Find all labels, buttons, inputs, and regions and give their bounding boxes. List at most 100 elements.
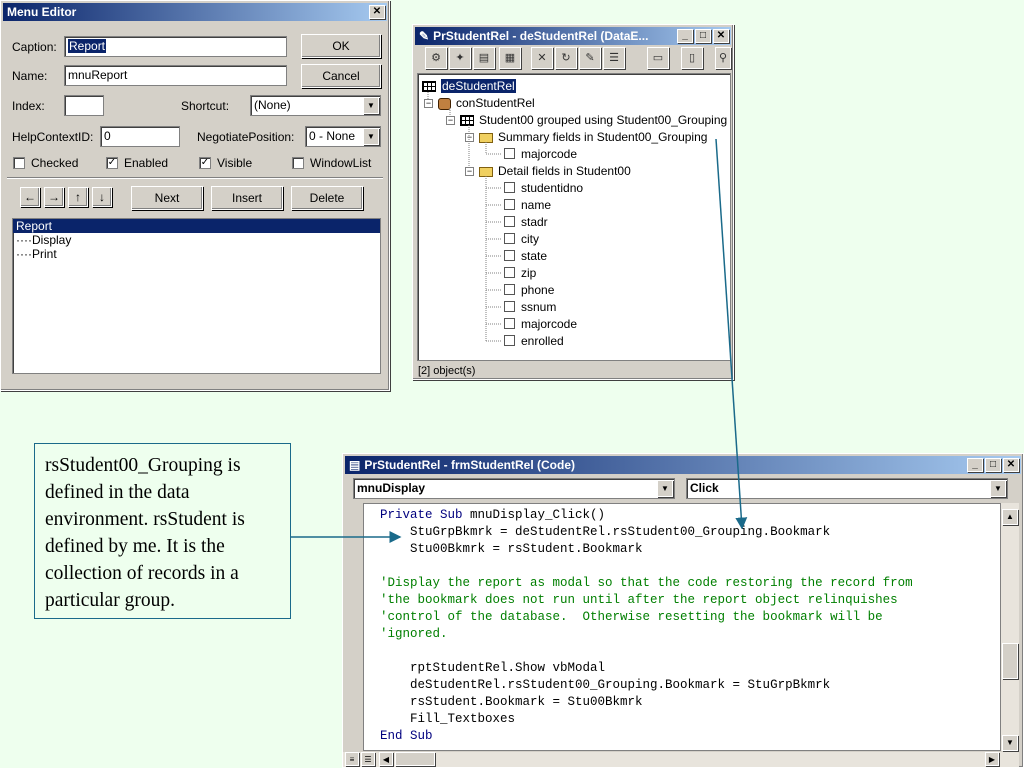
tree-node-field[interactable]: name	[504, 197, 551, 213]
view-object-icon[interactable]: ▯	[681, 47, 703, 69]
tree-node-destudentrel[interactable]: deStudentRel	[422, 78, 516, 94]
refresh-icon[interactable]: ↻	[555, 47, 577, 69]
ok-button[interactable]: OK	[301, 34, 381, 58]
close-icon[interactable]: ✕	[713, 29, 729, 43]
delete-icon[interactable]: ✕	[531, 47, 553, 69]
windowlist-checkbox[interactable]	[292, 157, 304, 169]
field-icon	[504, 148, 515, 160]
menu-items-list[interactable]: Report ····Display ····Print	[12, 218, 381, 374]
cancel-button[interactable]: Cancel	[301, 64, 381, 88]
arrow-up-icon[interactable]: ↑	[68, 187, 88, 207]
scroll-left-icon[interactable]: ◀	[379, 752, 393, 766]
caption-input[interactable]: Report	[64, 36, 287, 57]
collapse-icon[interactable]: −	[446, 116, 455, 125]
code-line[interactable]: rsStudent.Bookmark = Stu00Bkmrk	[380, 694, 643, 711]
close-icon[interactable]: ✕	[1003, 458, 1019, 472]
dataenv-tree[interactable]: deStudentRel − conStudentRel − Student00…	[417, 73, 731, 361]
tree-node-field[interactable]: city	[504, 231, 539, 247]
maximize-icon[interactable]: □	[985, 458, 1001, 472]
code-line[interactable]: Private Sub mnuDisplay_Click()	[380, 507, 605, 524]
code-line[interactable]: 'the bookmark does not run until after t…	[380, 592, 898, 609]
checked-checkbox[interactable]	[13, 157, 25, 169]
code-line[interactable]: 'Display the report as modal so that the…	[380, 575, 913, 592]
tree-node-field[interactable]: stadr	[504, 214, 548, 230]
tree-node-field[interactable]: ssnum	[504, 299, 556, 315]
tree-node-detail-folder[interactable]: Detail fields in Student00	[479, 163, 631, 179]
code-line[interactable]: StuGrpBkmrk = deStudentRel.rsStudent00_G…	[380, 524, 830, 541]
name-input[interactable]: mnuReport	[64, 65, 287, 86]
tree-node-command[interactable]: Student00 grouped using Student00_Groupi…	[460, 112, 727, 128]
scroll-thumb[interactable]	[1002, 643, 1018, 679]
code-token: Private Sub	[380, 508, 471, 522]
insert-stored-procedure-icon[interactable]: ▦	[499, 47, 521, 69]
code-line[interactable]: 'control of the database. Otherwise rese…	[380, 609, 883, 626]
tree-node-field[interactable]: enrolled	[504, 333, 564, 349]
visible-checkbox[interactable]: ✓	[199, 157, 211, 169]
design-icon[interactable]: ✎	[579, 47, 601, 69]
collapse-icon[interactable]: −	[465, 133, 474, 142]
properties-icon[interactable]: ☰	[603, 47, 625, 69]
chevron-down-icon[interactable]: ▼	[990, 480, 1006, 497]
tree-node-field[interactable]: phone	[504, 282, 554, 298]
enabled-checkbox[interactable]: ✓	[106, 157, 118, 169]
collapse-icon[interactable]: −	[465, 167, 474, 176]
close-icon[interactable]: ✕	[369, 5, 385, 19]
tree-node-field[interactable]: state	[504, 248, 547, 264]
chevron-down-icon[interactable]: ▼	[657, 480, 673, 497]
arrow-left-icon[interactable]: ←	[20, 187, 40, 207]
code-line[interactable]: Stu00Bkmrk = rsStudent.Bookmark	[380, 541, 643, 558]
tree-node-label: Summary fields in Student00_Grouping	[498, 130, 708, 144]
field-icon	[504, 318, 515, 330]
insert-button[interactable]: Insert	[211, 186, 283, 210]
collapse-icon[interactable]: −	[424, 99, 433, 108]
code-vertical-scrollbar[interactable]: ▲ ▼	[1001, 503, 1019, 751]
minimize-icon[interactable]: _	[677, 29, 693, 43]
tree-node-field[interactable]: zip	[504, 265, 536, 281]
code-line[interactable]: Fill_Textboxes	[380, 711, 515, 728]
tree-node-connection[interactable]: conStudentRel	[438, 95, 535, 111]
list-item[interactable]: Report	[13, 219, 380, 233]
tree-node-summary-folder[interactable]: Summary fields in Student00_Grouping	[479, 129, 707, 145]
code-horizontal-scrollbar[interactable]: ≡ ☰ ◀ ▶	[343, 752, 1019, 767]
code-line[interactable]: rptStudentRel.Show vbModal	[380, 660, 605, 677]
chevron-down-icon[interactable]: ▼	[363, 128, 379, 145]
object-combo[interactable]: mnuDisplay ▼	[353, 478, 675, 499]
tree-node-label: stadr	[521, 215, 548, 229]
add-child-command-icon[interactable]: ▤	[473, 47, 495, 69]
add-connection-icon[interactable]: ⚙	[425, 47, 447, 69]
helpcontext-label: HelpContextID:	[12, 130, 94, 144]
tree-node-field[interactable]: majorcode	[504, 316, 577, 332]
list-item[interactable]: ····Display	[13, 233, 380, 247]
add-command-icon[interactable]: ✦	[449, 47, 471, 69]
scroll-down-icon[interactable]: ▼	[1002, 735, 1018, 751]
full-module-view-icon[interactable]: ☰	[361, 752, 375, 766]
tree-node-field[interactable]: studentidno	[504, 180, 583, 196]
code-line[interactable]: deStudentRel.rsStudent00_Grouping.Bookma…	[380, 677, 830, 694]
procedure-view-icon[interactable]: ≡	[345, 752, 359, 766]
helpcontext-input[interactable]: 0	[100, 126, 180, 147]
index-input[interactable]	[64, 95, 104, 116]
chevron-down-icon[interactable]: ▼	[363, 97, 379, 114]
code-window-titlebar[interactable]: ▤ PrStudentRel - frmStudentRel (Code) _ …	[345, 456, 1021, 474]
delete-button[interactable]: Delete	[291, 186, 363, 210]
minimize-icon[interactable]: _	[967, 458, 983, 472]
negotiate-select[interactable]: 0 - None ▼	[305, 126, 381, 147]
scroll-up-icon[interactable]: ▲	[1002, 509, 1018, 525]
view-code-icon[interactable]: ▭	[647, 47, 669, 69]
maximize-icon[interactable]: □	[695, 29, 711, 43]
tree-node-field[interactable]: majorcode	[504, 146, 577, 162]
list-item[interactable]: ····Print	[13, 247, 380, 261]
arrow-right-icon[interactable]: →	[44, 187, 64, 207]
dataenv-titlebar[interactable]: ✎ PrStudentRel - deStudentRel (DataE... …	[415, 27, 731, 45]
shortcut-select[interactable]: (None) ▼	[250, 95, 381, 116]
code-line[interactable]: End Sub	[380, 728, 433, 745]
hscroll-thumb[interactable]	[395, 752, 435, 766]
menu-editor-titlebar[interactable]: Menu Editor ✕	[3, 3, 387, 21]
code-line[interactable]: 'ignored.	[380, 626, 448, 643]
next-button[interactable]: Next	[131, 186, 203, 210]
procedure-combo[interactable]: Click ▼	[686, 478, 1008, 499]
code-editor[interactable]: Private Sub mnuDisplay_Click() StuGrpBkm…	[363, 503, 1001, 751]
pin-icon[interactable]: ⚲	[715, 47, 731, 69]
arrow-down-icon[interactable]: ↓	[92, 187, 112, 207]
scroll-right-icon[interactable]: ▶	[985, 752, 999, 766]
